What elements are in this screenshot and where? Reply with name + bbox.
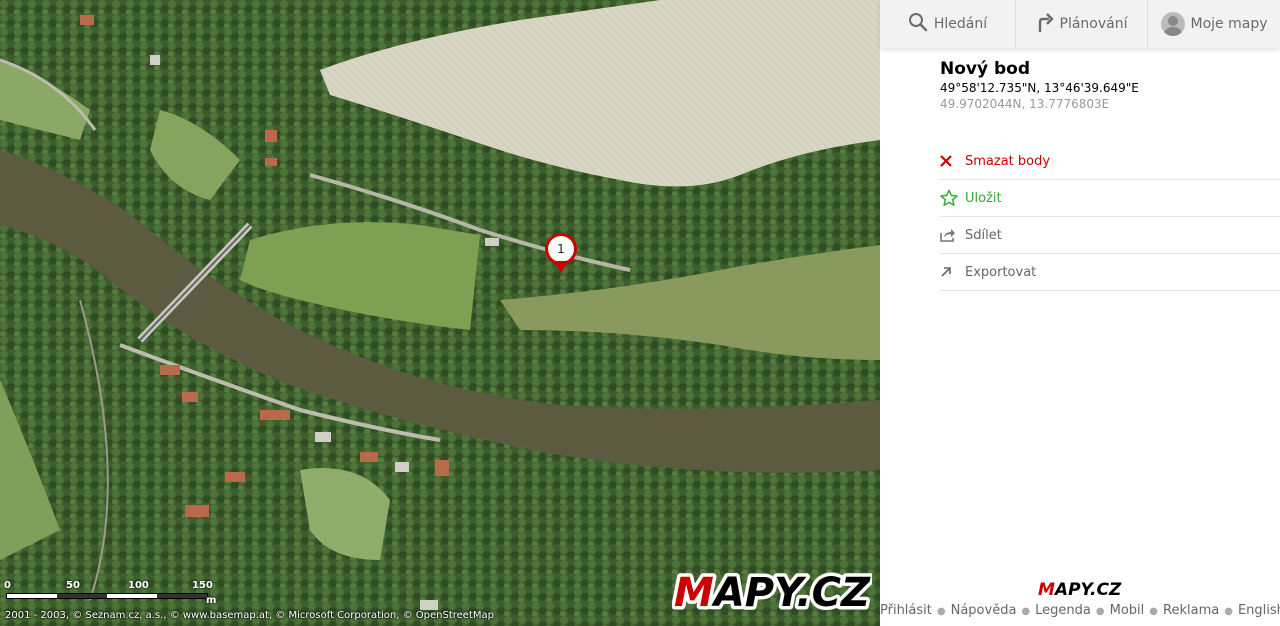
scale-label: 50 [66, 580, 80, 591]
route-turn-icon [1036, 11, 1054, 37]
export-label: Exportovat [965, 264, 1037, 280]
mapy-cz-logo[interactable]: MAPY.CZ MAPY.CZ [672, 562, 872, 619]
map-canvas[interactable]: 1 0 50 100 150 m 2001 - 2003, © Seznam.c… [0, 0, 880, 626]
footer-separator: ● [1149, 606, 1159, 617]
nav-mymaps-label: Moje mapy [1190, 16, 1268, 32]
poi-actions: Smazat body Uložit Sdílet Exportovat [940, 143, 1280, 291]
arrow-up-right-icon [940, 266, 965, 278]
scale-bar [6, 593, 208, 599]
scale-label: 100 [128, 580, 149, 591]
save-button[interactable]: Uložit [940, 180, 1280, 217]
map-scale: 0 50 100 150 m [4, 580, 224, 606]
footer-links: Přihlásit ● Nápověda ● Legenda ● Mobil ● Reklama… [880, 603, 1280, 618]
nav-planning-label: Plánování [1059, 16, 1128, 32]
share-label: Sdílet [965, 227, 1002, 243]
map-copyright: 2001 - 2003, © Seznam.cz, a.s., © www.ba… [5, 610, 494, 621]
delete-points-button[interactable]: Smazat body [940, 143, 1280, 180]
delete-points-label: Smazat body [965, 153, 1051, 169]
marker-tip [554, 261, 568, 273]
save-label: Uložit [965, 190, 1002, 206]
footer-ads-link[interactable]: Reklama [1163, 603, 1219, 618]
sidebar-panel: Hledání Plánování Moje mapy Nový bod 49°… [880, 0, 1280, 626]
footer-help-link[interactable]: Nápověda [951, 603, 1017, 618]
footer-login-link[interactable]: Přihlásit [880, 603, 932, 618]
aerial-imagery [0, 0, 880, 626]
user-avatar-icon [1160, 12, 1185, 36]
footer-separator: ● [1095, 606, 1105, 617]
close-icon [940, 155, 965, 167]
share-button[interactable]: Sdílet [940, 217, 1280, 254]
poi-detail: Nový bod 49°58'12.735"N, 13°46'39.649"E … [880, 48, 1280, 111]
nav-search-button[interactable]: Hledání [880, 0, 1016, 48]
footer-separator: ● [936, 606, 946, 617]
nav-mymaps-button[interactable]: Moje mapy [1148, 0, 1280, 48]
marker-number: 1 [548, 236, 574, 262]
footer-separator: ● [1224, 606, 1233, 617]
scale-unit: m [206, 595, 217, 606]
star-icon [940, 189, 965, 207]
nav-search-label: Hledání [933, 16, 988, 32]
mapy-cz-small-logo: MAPY.CZ [1038, 580, 1122, 598]
scale-label: 150 [192, 580, 213, 591]
poi-coordinates[interactable]: 49°58'12.735"N, 13°46'39.649"E [940, 81, 1280, 95]
footer-english-link[interactable]: English [1238, 603, 1280, 618]
svg-text:MAPY.CZ: MAPY.CZ [1038, 580, 1122, 598]
map-marker[interactable]: 1 [545, 233, 577, 277]
top-navigation: Hledání Plánování Moje mapy [880, 0, 1280, 48]
footer-mobile-link[interactable]: Mobil [1110, 603, 1145, 618]
nav-planning-button[interactable]: Plánování [1016, 0, 1148, 48]
footer-separator: ● [1021, 606, 1031, 617]
svg-text:MAPY.CZ: MAPY.CZ [674, 570, 871, 616]
export-button[interactable]: Exportovat [940, 254, 1280, 291]
scale-label: 0 [4, 580, 11, 591]
poi-decimal-coordinates[interactable]: 49.9702044N, 13.7776803E [940, 97, 1280, 111]
poi-title: Nový bod [940, 59, 1031, 79]
share-icon [940, 228, 965, 242]
footer-legend-link[interactable]: Legenda [1035, 603, 1091, 618]
search-icon [908, 12, 928, 36]
